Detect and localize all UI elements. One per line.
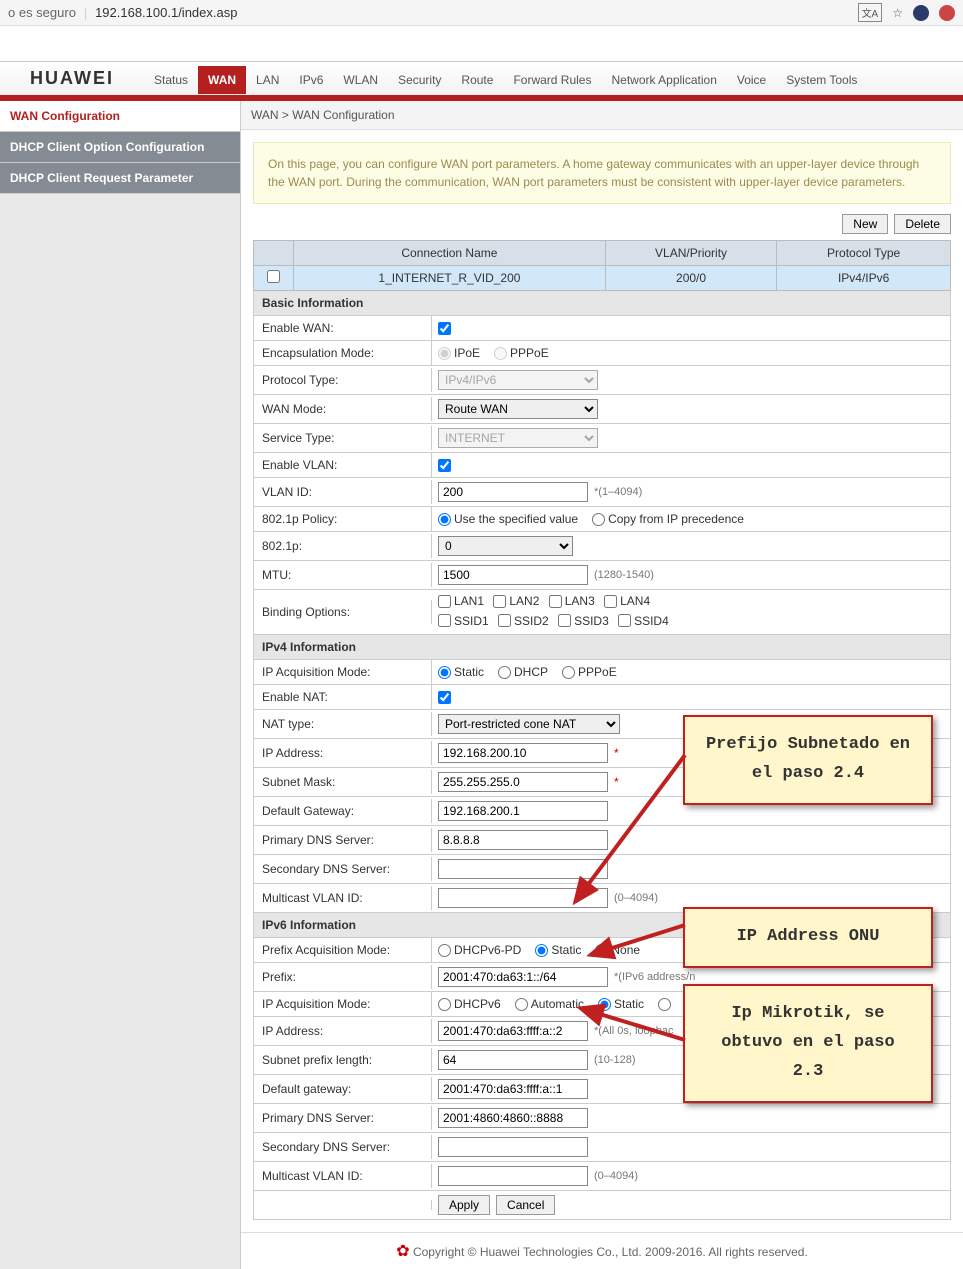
tab-network-app[interactable]: Network Application (601, 66, 726, 94)
delete-button[interactable]: Delete (894, 214, 951, 234)
pfx-static-radio[interactable] (535, 944, 548, 957)
mtu-input[interactable] (438, 565, 588, 585)
dot1p-select[interactable]: 0 (438, 536, 573, 556)
dot1p-spec-radio[interactable] (438, 513, 451, 526)
ipv4-mvlan-input[interactable] (438, 888, 608, 908)
brand-row: HUAWEI Status WAN LAN IPv6 WLAN Security… (0, 62, 963, 95)
top-tabs: Status WAN LAN IPv6 WLAN Security Route … (144, 62, 867, 94)
tab-lan[interactable]: LAN (246, 66, 289, 94)
ipv6-mvlan-input[interactable] (438, 1166, 588, 1186)
nat-type-select[interactable]: Port-restricted cone NAT (438, 714, 620, 734)
new-button[interactable]: New (842, 214, 888, 234)
sidebar-item-wan-config[interactable]: WAN Configuration (0, 101, 240, 132)
callout-3: Ip Mikrotik, se obtuvo en el paso 2.3 (683, 984, 933, 1103)
apply-button[interactable]: Apply (438, 1195, 490, 1215)
star-icon[interactable]: ☆ (892, 6, 903, 20)
ip4-dhcp-radio[interactable] (498, 666, 511, 679)
ipv4-mask-input[interactable] (438, 772, 608, 792)
tab-forward-rules[interactable]: Forward Rules (503, 66, 601, 94)
connection-table: Connection Name VLAN/Priority Protocol T… (253, 240, 951, 291)
sidebar-item-dhcp-option[interactable]: DHCP Client Option Configuration (0, 132, 240, 163)
ipv6-address-input[interactable] (438, 1021, 588, 1041)
enable-wan-checkbox[interactable] (438, 322, 451, 335)
cancel-button[interactable]: Cancel (496, 1195, 555, 1215)
callout-1: Prefijo Subnetado en el paso 2.4 (683, 715, 933, 805)
ipv6-sdns-input[interactable] (438, 1137, 588, 1157)
extension-icon-2[interactable] (939, 5, 955, 21)
bind-ssid4[interactable] (618, 614, 631, 627)
service-select[interactable]: INTERNET (438, 428, 598, 448)
info-banner: On this page, you can configure WAN port… (253, 142, 951, 204)
footer: ✿ Copyright © Huawei Technologies Co., L… (241, 1232, 963, 1269)
bookmark-bar (0, 26, 963, 62)
bind-lan4[interactable] (604, 595, 617, 608)
callout-2: IP Address ONU (683, 907, 933, 968)
browser-address-bar: o es seguro | 192.168.100.1/index.asp 文A… (0, 0, 963, 26)
url-text[interactable]: 192.168.100.1/index.asp (95, 5, 237, 20)
ipv4-pdns-input[interactable] (438, 830, 608, 850)
ip4-static-radio[interactable] (438, 666, 451, 679)
enable-vlan-checkbox[interactable] (438, 459, 451, 472)
pfx-dhcpv6pd-radio[interactable] (438, 944, 451, 957)
ip4-pppoe-radio[interactable] (562, 666, 575, 679)
vlan-id-input[interactable] (438, 482, 588, 502)
breadcrumb: WAN > WAN Configuration (241, 101, 963, 130)
ipv4-gateway-input[interactable] (438, 801, 608, 821)
enable-nat-checkbox[interactable] (438, 691, 451, 704)
translate-icon[interactable]: 文A (858, 3, 883, 22)
tab-status[interactable]: Status (144, 66, 198, 94)
dot1p-copy-radio[interactable] (592, 513, 605, 526)
tab-wan[interactable]: WAN (198, 66, 246, 94)
ipv4-sdns-input[interactable] (438, 859, 608, 879)
protocol-select[interactable]: IPv4/IPv6 (438, 370, 598, 390)
encap-ipoe-radio[interactable] (438, 347, 451, 360)
extension-icon-1[interactable] (913, 5, 929, 21)
ip6-dhcpv6-radio[interactable] (438, 998, 451, 1011)
ip6-extra-radio[interactable] (658, 998, 671, 1011)
bind-ssid3[interactable] (558, 614, 571, 627)
encap-pppoe-radio[interactable] (494, 347, 507, 360)
security-hint: o es seguro (8, 5, 76, 20)
ipv6-pfxlen-input[interactable] (438, 1050, 588, 1070)
ip6-auto-radio[interactable] (515, 998, 528, 1011)
ipv4-address-input[interactable] (438, 743, 608, 763)
ipv6-gateway-input[interactable] (438, 1079, 588, 1099)
col-conn-name: Connection Name (294, 241, 606, 266)
col-vlan-priority: VLAN/Priority (605, 241, 776, 266)
bind-lan1[interactable] (438, 595, 451, 608)
sidebar: WAN Configuration DHCP Client Option Con… (0, 101, 241, 1269)
ipv6-pdns-input[interactable] (438, 1108, 588, 1128)
tab-route[interactable]: Route (451, 66, 503, 94)
row-select-checkbox[interactable] (267, 270, 280, 283)
bind-ssid1[interactable] (438, 614, 451, 627)
tab-ipv6[interactable]: IPv6 (289, 66, 333, 94)
brand-logo: HUAWEI (0, 68, 144, 89)
bind-lan2[interactable] (493, 595, 506, 608)
tab-wlan[interactable]: WLAN (333, 66, 388, 94)
wan-mode-select[interactable]: Route WAN (438, 399, 598, 419)
table-row[interactable]: 1_INTERNET_R_VID_200 200/0 IPv4/IPv6 (254, 266, 951, 291)
ip6-static-radio[interactable] (598, 998, 611, 1011)
bind-lan3[interactable] (549, 595, 562, 608)
sidebar-item-dhcp-request[interactable]: DHCP Client Request Parameter (0, 163, 240, 194)
col-protocol: Protocol Type (777, 241, 951, 266)
huawei-flower-icon: ✿ (396, 1243, 409, 1260)
pfx-none-radio[interactable] (595, 944, 608, 957)
tab-voice[interactable]: Voice (727, 66, 776, 94)
bind-ssid2[interactable] (498, 614, 511, 627)
tab-security[interactable]: Security (388, 66, 451, 94)
section-ipv4: IPv4 Information (253, 635, 951, 660)
tab-system-tools[interactable]: System Tools (776, 66, 867, 94)
section-basic: Basic Information (253, 291, 951, 316)
ipv6-prefix-input[interactable] (438, 967, 608, 987)
